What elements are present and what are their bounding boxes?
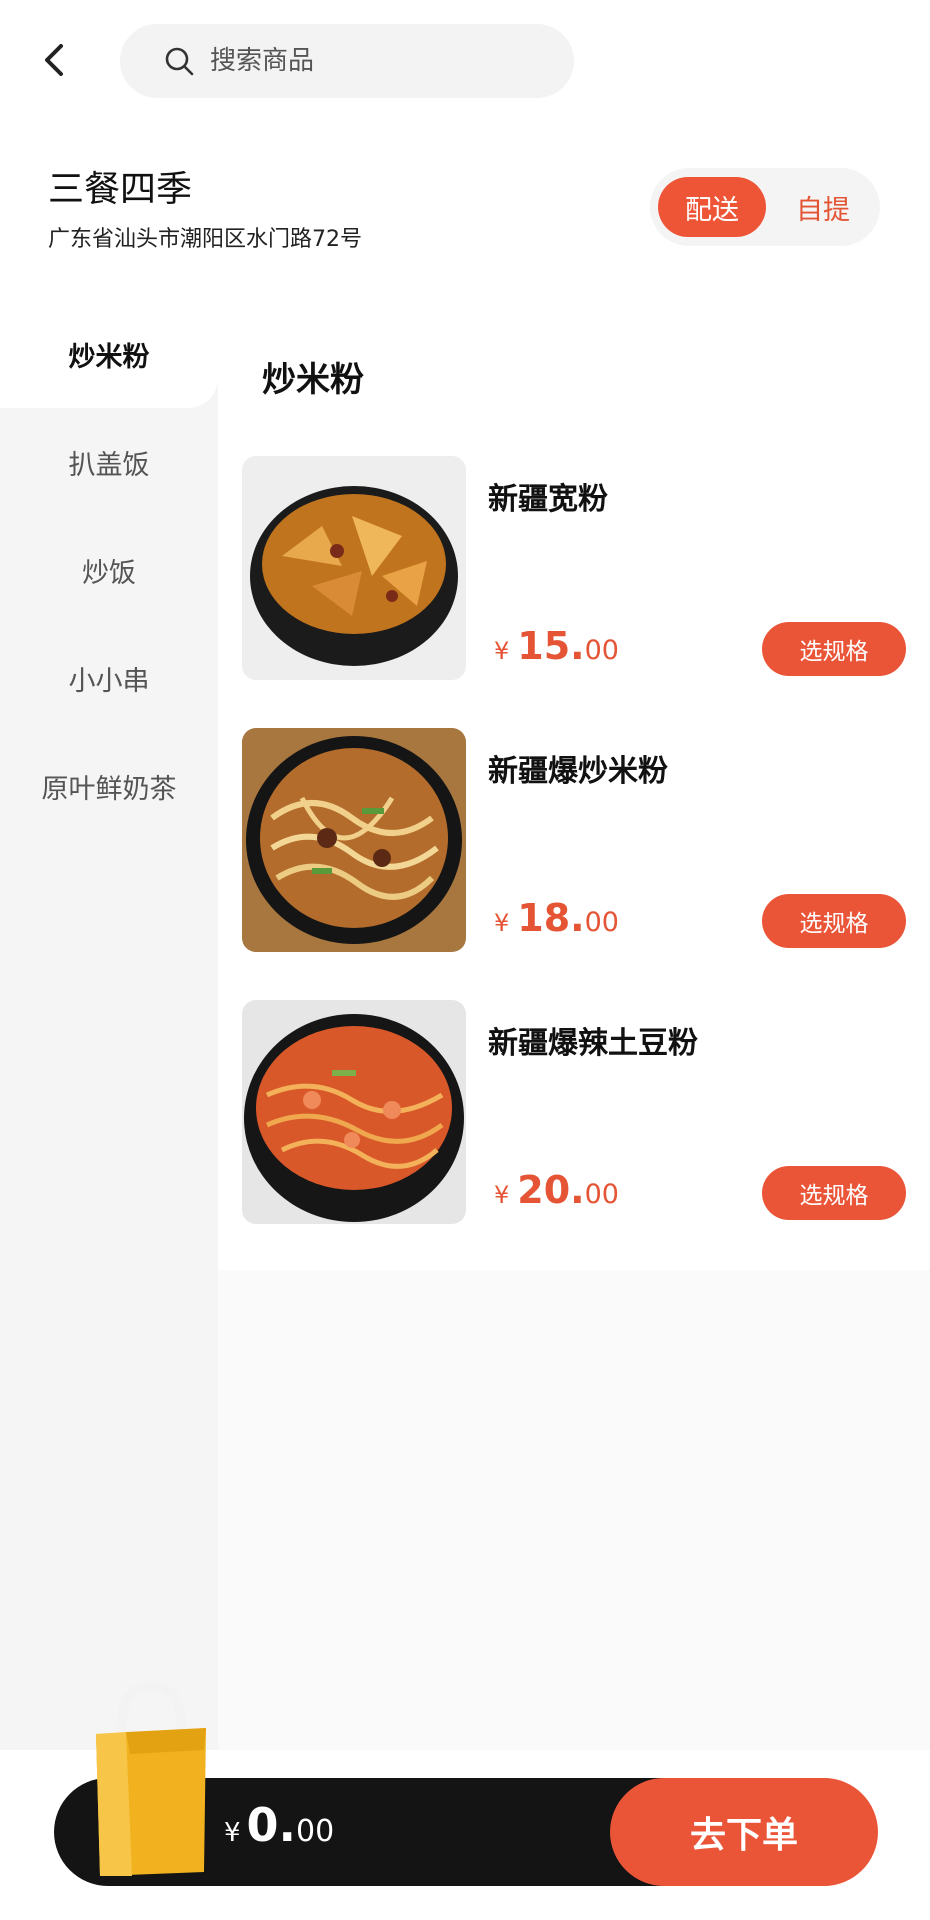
product-item: 新疆宽粉 ¥ 15. 00 选规格 xyxy=(218,456,930,726)
price-integer: 20. xyxy=(517,1168,585,1212)
currency-symbol: ¥ xyxy=(494,1181,510,1209)
category-item-milk-tea[interactable]: 原叶鲜奶茶 xyxy=(0,732,218,840)
product-image-wide-noodles[interactable] xyxy=(242,456,466,680)
price-integer: 15. xyxy=(517,624,585,668)
back-button[interactable] xyxy=(34,38,74,82)
product-name: 新疆宽粉 xyxy=(488,482,608,517)
currency-symbol: ¥ xyxy=(224,1818,241,1848)
checkout-button[interactable]: 去下单 xyxy=(610,1778,878,1886)
product-price: ¥ 15. 00 xyxy=(494,624,619,668)
category-sidebar: 炒米粉 扒盖饭 炒饭 小小串 原叶鲜奶茶 xyxy=(0,300,218,1750)
cart-total: ¥ 0. 00 xyxy=(224,1798,334,1852)
product-price: ¥ 18. 00 xyxy=(494,896,619,940)
currency-symbol: ¥ xyxy=(494,909,510,937)
section-title: 炒米粉 xyxy=(262,360,364,400)
chevron-left-icon xyxy=(45,44,63,76)
product-item: 新疆爆辣土豆粉 ¥ 20. 00 选规格 xyxy=(218,1000,930,1270)
select-spec-button[interactable]: 选规格 xyxy=(762,894,906,948)
currency-symbol: ¥ xyxy=(494,637,510,665)
total-decimal: 00 xyxy=(296,1814,335,1849)
price-decimal: 00 xyxy=(584,635,619,666)
pickup-option[interactable]: 自提 xyxy=(772,177,874,237)
shopping-bag-icon[interactable] xyxy=(86,1672,216,1882)
store-address: 广东省汕头市潮阳区水门路72号 xyxy=(48,227,362,252)
category-item-xiaoxiaochuan[interactable]: 小小串 xyxy=(0,624,218,732)
search-icon xyxy=(162,44,196,78)
product-image-spicy-potato-noodles[interactable] xyxy=(242,1000,466,1224)
list-empty-area xyxy=(218,1270,930,1750)
total-integer: 0. xyxy=(246,1798,297,1852)
product-image-stir-fried-noodles[interactable] xyxy=(242,728,466,952)
product-price: ¥ 20. 00 xyxy=(494,1168,619,1212)
delivery-mode-toggle: 配送 自提 xyxy=(650,168,880,246)
price-integer: 18. xyxy=(517,896,585,940)
search-input[interactable] xyxy=(208,45,542,77)
product-name: 新疆爆辣土豆粉 xyxy=(488,1026,698,1061)
price-decimal: 00 xyxy=(584,1179,619,1210)
select-spec-button[interactable]: 选规格 xyxy=(762,622,906,676)
category-item-bagaifan[interactable]: 扒盖饭 xyxy=(0,408,218,516)
store-name: 三餐四季 xyxy=(48,169,193,210)
category-item-chaomifen[interactable]: 炒米粉 xyxy=(0,300,218,408)
product-item: 新疆爆炒米粉 ¥ 18. 00 选规格 xyxy=(218,728,930,998)
search-bar[interactable] xyxy=(120,24,574,98)
select-spec-button[interactable]: 选规格 xyxy=(762,1166,906,1220)
delivery-option[interactable]: 配送 xyxy=(658,177,766,237)
product-name: 新疆爆炒米粉 xyxy=(488,754,668,789)
price-decimal: 00 xyxy=(584,907,619,938)
category-item-chaofan[interactable]: 炒饭 xyxy=(0,516,218,624)
